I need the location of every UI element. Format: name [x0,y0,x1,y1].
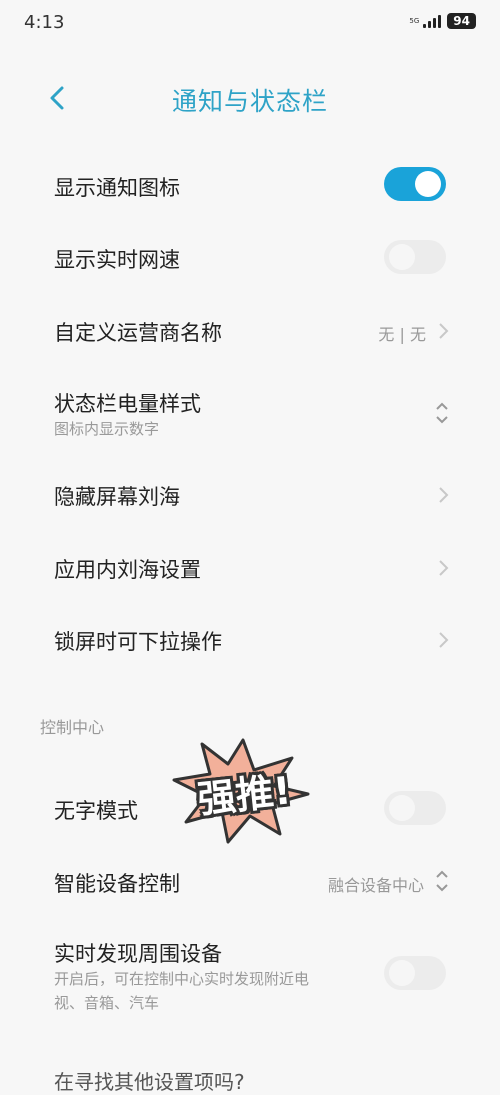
setting-label: 无字模式 [54,799,138,823]
realtime-speed-toggle[interactable] [384,240,446,274]
chevron-right-icon [439,632,449,648]
footer-search-prompt[interactable]: 在寻找其他设置项吗? [54,1066,245,1095]
setting-app-notch[interactable]: 应用内刘海设置 [0,540,500,594]
network-type: 5G [409,16,420,25]
toggle-knob [389,960,415,986]
setting-label: 智能设备控制 [54,872,180,896]
setting-label: 隐藏屏幕刘海 [54,485,180,509]
setting-label: 自定义运营商名称 [54,321,222,345]
setting-label: 状态栏电量样式 [54,392,201,416]
setting-subtitle-line1: 开启后，可在控制中心实时发现附近电 [54,970,310,988]
setting-carrier-name[interactable]: 自定义运营商名称 无 | 无 [0,303,500,357]
chevron-updown-icon [436,870,448,892]
setting-label: 应用内刘海设置 [54,558,201,582]
discover-nearby-toggle[interactable] [384,956,446,990]
chevron-right-icon [439,560,449,576]
setting-subtitle-line2: 视、音箱、汽车 [54,994,160,1012]
setting-label: 显示通知图标 [54,176,180,200]
carrier-name-value: 无 | 无 [378,325,426,344]
setting-discover-nearby[interactable]: 实时发现周围设备 开启后，可在控制中心实时发现附近电 视、音箱、汽车 [0,928,500,1028]
chevron-right-icon [439,323,449,339]
setting-label: 显示实时网速 [54,248,180,272]
toggle-knob [415,171,441,197]
status-time: 4:13 [24,12,65,33]
setting-smart-device[interactable]: 智能设备控制 融合设备中心 [0,854,500,908]
smart-device-value: 融合设备中心 [327,876,424,895]
setting-realtime-speed[interactable]: 显示实时网速 [0,230,500,284]
section-title-control-center: 控制中心 [40,718,105,737]
chevron-right-icon [439,487,449,503]
setting-battery-style[interactable]: 状态栏电量样式 图标内显示数字 [0,378,500,448]
signal-icon [423,14,442,28]
setting-subtitle: 图标内显示数字 [54,420,160,438]
page-title: 通知与状态栏 [171,87,328,116]
setting-hide-notch[interactable]: 隐藏屏幕刘海 [0,467,500,521]
setting-label: 实时发现周围设备 [54,942,222,966]
toggle-knob [389,795,415,821]
status-bar: 4:13 5G 94 [0,0,500,46]
header: 通知与状态栏 [0,68,500,128]
show-notification-icon-toggle[interactable] [384,167,446,201]
toggle-knob [389,244,415,270]
status-indicators: 5G 94 [409,13,476,29]
setting-lock-pulldown[interactable]: 锁屏时可下拉操作 [0,612,500,666]
setting-show-notification-icon[interactable]: 显示通知图标 [0,158,500,212]
recommend-sticker: 强推! [158,736,328,846]
chevron-updown-icon [436,402,448,424]
setting-label: 锁屏时可下拉操作 [54,630,222,654]
textless-mode-toggle[interactable] [384,791,446,825]
battery-indicator: 94 [447,13,476,29]
